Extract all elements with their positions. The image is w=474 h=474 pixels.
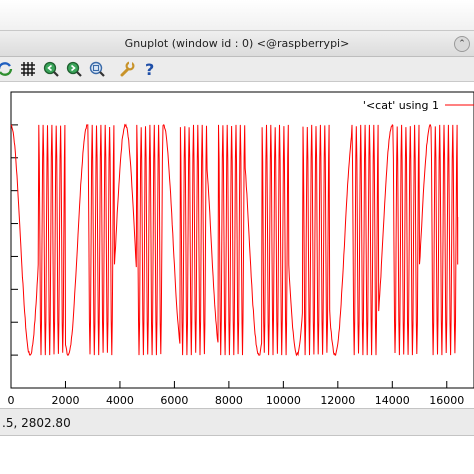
help-icon[interactable]: ?	[141, 60, 159, 78]
desktop-background	[0, 0, 474, 30]
zoom-next-icon[interactable]	[65, 60, 83, 78]
window-title: Gnuplot (window id : 0) <@raspberrypi>	[124, 37, 350, 50]
svg-text:?: ?	[145, 60, 154, 78]
legend-label: '<cat' using 1	[363, 99, 439, 112]
toolbar: ?	[0, 57, 474, 82]
x-tick-label-3: 6000	[160, 394, 188, 407]
desktop-background-bottom	[0, 436, 474, 474]
x-tick-label-6: 12000	[320, 394, 355, 407]
x-tick-label-8: 16000	[429, 394, 464, 407]
x-tick-label-1: 2000	[51, 394, 79, 407]
window-title-bar[interactable]: Gnuplot (window id : 0) <@raspberrypi> ⌃	[0, 30, 474, 57]
x-tick-label-0: 0	[8, 394, 15, 407]
series-line-cat-using-1	[10, 123, 459, 357]
plot-area[interactable]: 0 2000 4000 6000 8000 10000 12000 14000 16000 '<…	[0, 82, 474, 408]
grid-icon[interactable]	[19, 60, 37, 78]
x-tick-label-7: 14000	[375, 394, 410, 407]
status-bar: .5, 2802.80	[0, 408, 474, 436]
zoom-previous-icon[interactable]	[42, 60, 60, 78]
x-tick-label-2: 4000	[106, 394, 134, 407]
autoscale-icon[interactable]	[88, 60, 106, 78]
window-close-icon[interactable]: ⌃	[454, 36, 470, 52]
x-tick-label-4: 8000	[215, 394, 243, 407]
x-axis-ticks	[10, 381, 448, 388]
cursor-coordinates: .5, 2802.80	[2, 416, 71, 430]
gnuplot-chart: 0 2000 4000 6000 8000 10000 12000 14000 16000 '<…	[8, 91, 474, 407]
y-axis-ticks	[11, 91, 18, 389]
x-tick-label-5: 10000	[266, 394, 301, 407]
replot-icon[interactable]	[0, 60, 14, 78]
settings-wrench-icon[interactable]	[118, 60, 136, 78]
x-axis-tick-labels: 0 2000 4000 6000 8000 10000 12000 14000 16000	[8, 394, 465, 407]
